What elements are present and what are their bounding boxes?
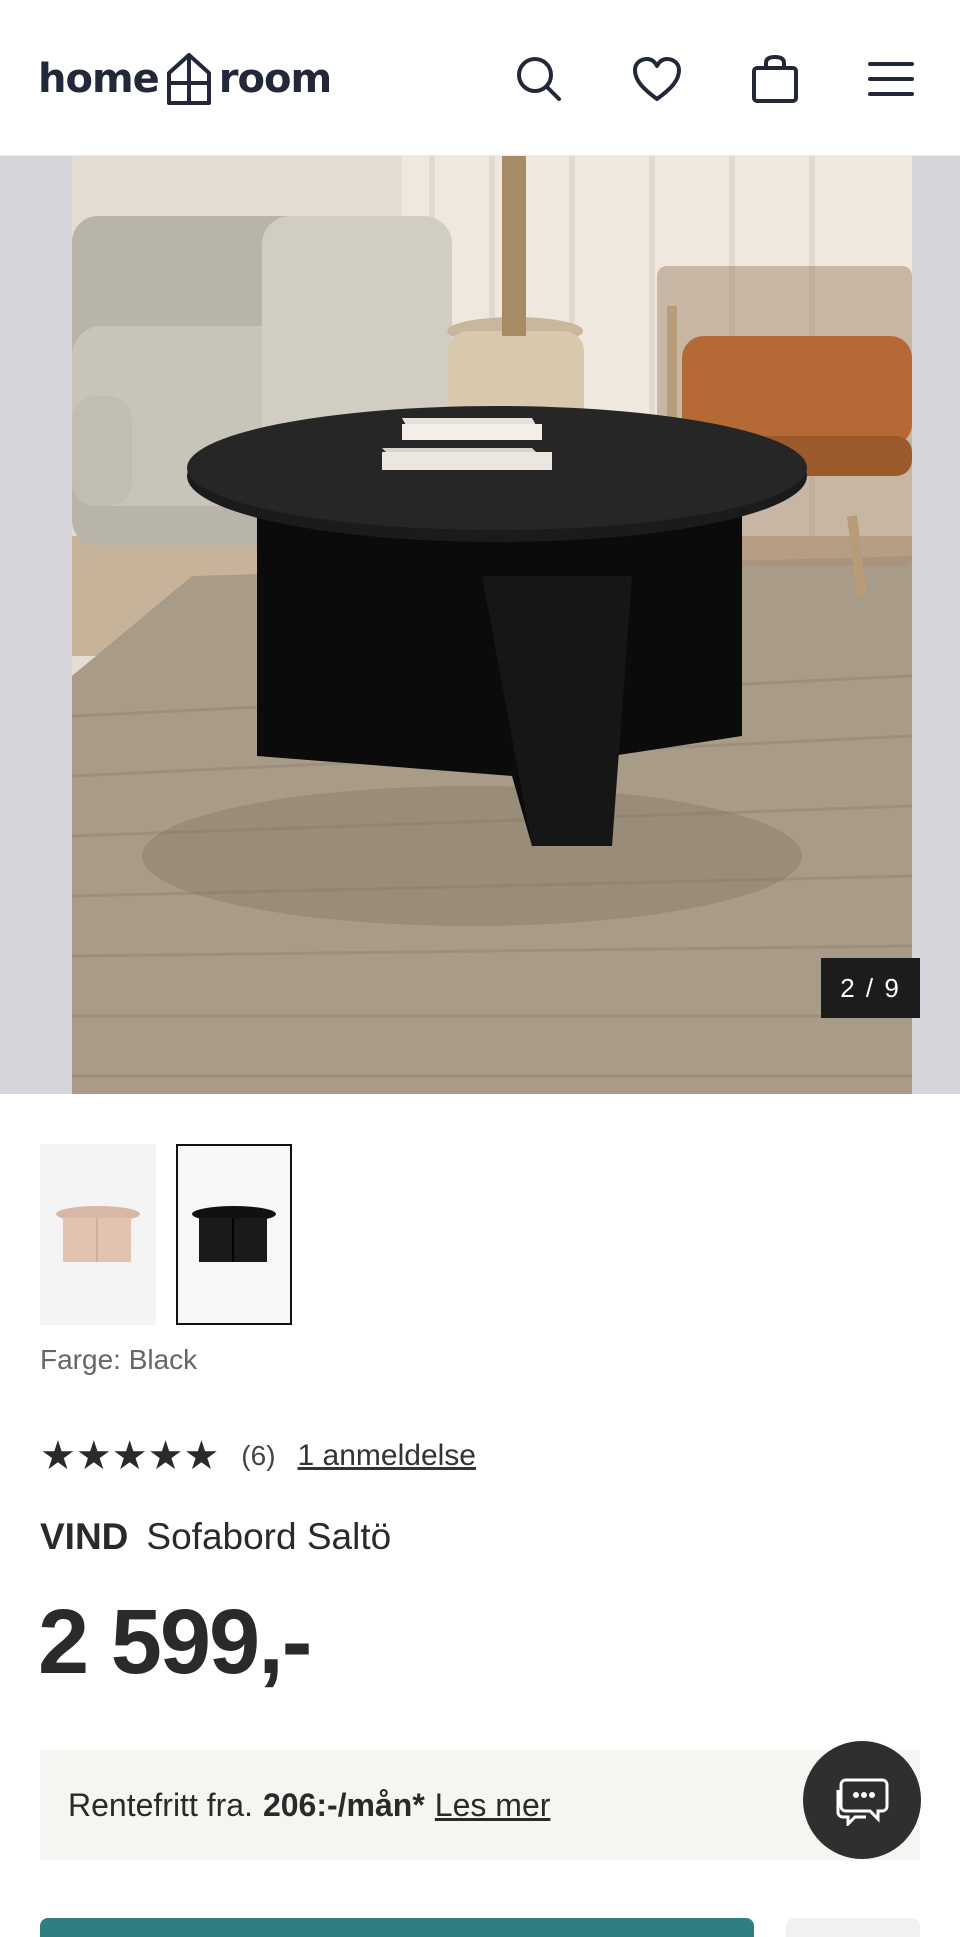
selected-color-label: Farge: Black	[40, 1344, 198, 1375]
product-brand: VIND	[40, 1516, 129, 1557]
financing-prefix: Rentefritt fra.	[68, 1786, 253, 1823]
product-title: VIND Sofabord Saltö	[40, 1516, 391, 1558]
rating-stars: ★★★★★	[40, 1433, 220, 1479]
search-icon[interactable]	[508, 48, 570, 110]
image-counter: 2 / 9	[821, 958, 920, 1018]
bag-icon[interactable]	[744, 48, 806, 110]
add-to-cart-button[interactable]	[40, 1918, 754, 1937]
product-price: 2 599,-	[38, 1591, 312, 1693]
thumbnail-natural-image	[56, 1205, 140, 1262]
financing-amount: 206:-/mån*	[262, 1786, 425, 1823]
menu-icon[interactable]	[860, 48, 922, 110]
financing-banner: Rentefritt fra. 206:-/mån* Les mer	[40, 1750, 920, 1860]
reviews-link[interactable]: 1 anmeldelse	[298, 1439, 476, 1473]
rating-count: (6)	[241, 1440, 276, 1471]
thumbnail-black[interactable]	[176, 1144, 292, 1325]
product-name: Sofabord Saltö	[146, 1516, 392, 1557]
site-header: home room	[0, 0, 960, 156]
product-photo[interactable]	[72, 156, 912, 1094]
color-variant-thumbnails	[40, 1144, 292, 1325]
logo-text-home: home	[38, 56, 160, 102]
favorite-button[interactable]	[786, 1918, 920, 1937]
financing-read-more-link[interactable]: Les mer	[435, 1787, 551, 1824]
thumbnail-black-image	[192, 1205, 276, 1262]
heart-icon[interactable]	[626, 48, 688, 110]
product-rating: ★★★★★ (6) 1 anmeldelse	[40, 1432, 476, 1480]
logo-text-room: room	[218, 56, 332, 102]
logo[interactable]: home room	[38, 50, 332, 108]
chat-icon	[836, 1778, 889, 1826]
product-image-gallery[interactable]: 2 / 9	[0, 156, 960, 1094]
thumbnail-natural[interactable]	[40, 1144, 156, 1325]
chat-button[interactable]	[803, 1741, 921, 1859]
house-logo-icon	[166, 53, 211, 105]
